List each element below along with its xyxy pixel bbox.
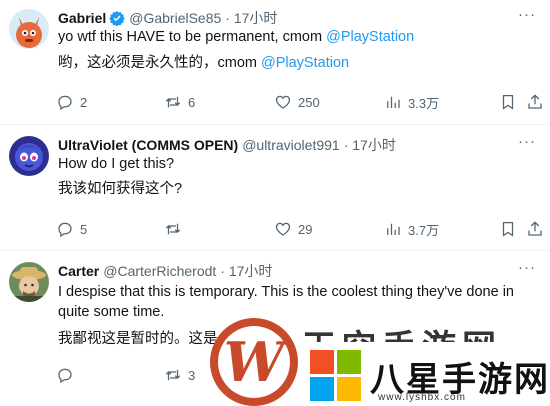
retweet-icon — [165, 223, 181, 235]
share-icon — [528, 94, 542, 109]
avatar-image — [9, 9, 49, 49]
retweet-button[interactable]: 6 — [164, 92, 195, 112]
user-handle[interactable]: @GabrielSe85 — [129, 10, 221, 26]
user-handle[interactable]: @ultraviolet991 — [242, 137, 340, 153]
action-bar: 2 6 250 3.3万 — [56, 92, 542, 112]
share-button[interactable] — [526, 92, 544, 112]
like-button[interactable]: 250 — [274, 92, 320, 112]
bookmark-icon — [502, 221, 514, 237]
retweet-button[interactable]: 3 — [164, 365, 195, 385]
retweet-button[interactable] — [164, 219, 188, 239]
reply-button[interactable]: 2 — [56, 92, 87, 112]
tweet-header: Gabriel @GabrielSe85 · 17小时 — [58, 8, 277, 28]
bookmark-button[interactable] — [499, 219, 517, 239]
reply-button[interactable] — [56, 365, 80, 385]
views-button[interactable]: 3.3万 — [384, 92, 439, 112]
mention-link[interactable]: @PlayStation — [326, 29, 414, 45]
reply-button[interactable]: 5 — [56, 219, 87, 239]
tweet-text-translation: 哟，这必须是永久性的，cmom @PlayStation — [58, 55, 350, 71]
tweet-ultraviolet[interactable]: UltraViolet (COMMS OPEN) @ultraviolet991… — [0, 124, 550, 251]
display-name[interactable]: UltraViolet (COMMS OPEN) — [58, 137, 238, 153]
share-icon — [528, 221, 542, 236]
avatar[interactable] — [9, 262, 49, 302]
tweet-text-translation: 我鄙视这是暂时的。这是 — [58, 331, 218, 347]
tweet-carter[interactable]: Carter @CarterRicherodt · 17小时 ··· I des… — [0, 250, 550, 405]
user-handle[interactable]: @CarterRicherodt — [103, 263, 216, 279]
avatar-image — [9, 136, 49, 176]
action-bar: 3 — [56, 365, 536, 385]
avatar-image — [9, 262, 49, 302]
tweet-header: Carter @CarterRicherodt · 17小时 — [58, 261, 272, 281]
reply-icon — [58, 368, 72, 384]
verified-badge-icon — [109, 11, 125, 26]
tweet-text-line: I despise that this is temporary. This i… — [58, 284, 514, 300]
display-name[interactable]: Carter — [58, 263, 99, 279]
avatar[interactable] — [9, 9, 49, 49]
action-bar: 5 29 3.7万 — [56, 219, 542, 239]
timestamp[interactable]: · 17小时 — [344, 135, 396, 155]
display-name[interactable]: Gabriel — [58, 10, 106, 26]
tweet-header: UltraViolet (COMMS OPEN) @ultraviolet991… — [58, 135, 396, 155]
views-chart-icon — [387, 223, 400, 235]
tweet-text-translation: 我该如何获得这个? — [58, 181, 183, 197]
bookmark-button[interactable] — [499, 92, 517, 112]
heart-icon — [275, 222, 291, 236]
tweet-text-line: How do I get this? — [58, 156, 175, 172]
timestamp[interactable]: · 17小时 — [225, 8, 277, 28]
share-button[interactable] — [526, 219, 544, 239]
tweet-gabriel[interactable]: Gabriel @GabrielSe85 · 17小时 ··· yo wtf t… — [0, 0, 550, 125]
bookmark-icon — [502, 94, 514, 110]
reply-icon — [58, 95, 72, 111]
heart-icon — [275, 95, 291, 109]
retweet-icon — [165, 96, 181, 108]
tweet-text-line: yo wtf this HAVE to be permanent, cmom @… — [58, 29, 415, 45]
avatar[interactable] — [9, 136, 49, 176]
more-options-icon[interactable]: ··· — [518, 259, 536, 276]
retweet-icon — [165, 369, 181, 381]
views-button[interactable]: 3.7万 — [384, 219, 439, 239]
mention-link[interactable]: @PlayStation — [261, 55, 349, 71]
tweet-text-line: quite some time. — [58, 304, 165, 320]
reply-icon — [58, 222, 72, 238]
like-button[interactable]: 29 — [274, 219, 312, 239]
more-options-icon[interactable]: ··· — [518, 133, 536, 150]
more-options-icon[interactable]: ··· — [518, 6, 536, 23]
timestamp[interactable]: · 17小时 — [220, 261, 272, 281]
views-chart-icon — [387, 96, 400, 108]
